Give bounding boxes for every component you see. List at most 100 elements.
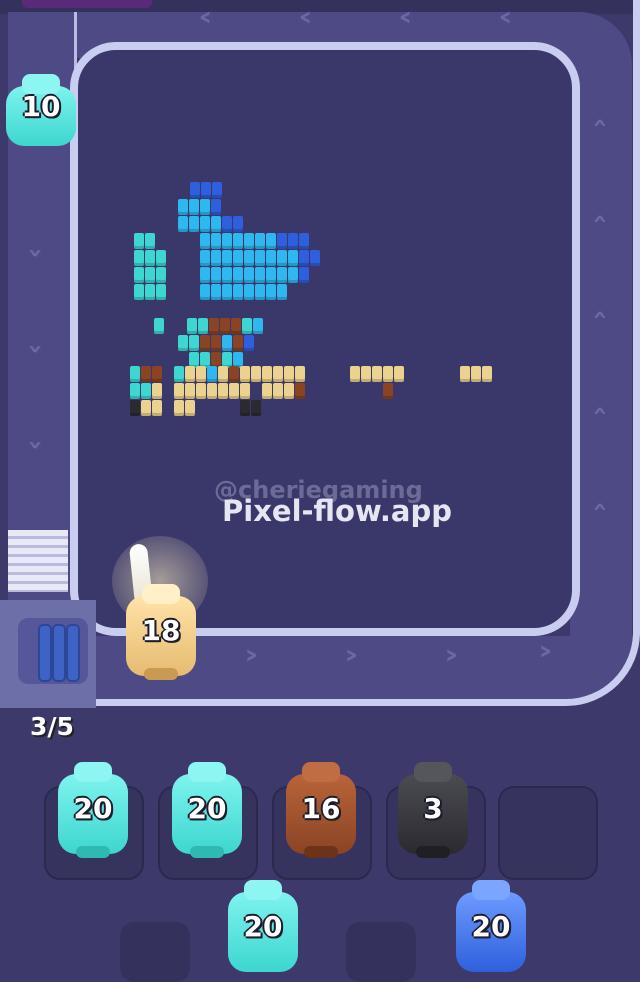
pixel-block [220, 318, 230, 334]
pixel-block [266, 267, 276, 283]
pixel-block [229, 383, 239, 399]
pixel-block [255, 267, 265, 283]
pixel-block [152, 383, 162, 399]
pixel-block [145, 284, 155, 300]
pixel-block [482, 366, 492, 382]
pixel-block [145, 250, 155, 266]
pig-shooter-active[interactable]: 18 [126, 584, 196, 680]
pig-count: 20 [471, 910, 511, 943]
pixel-block [200, 199, 210, 215]
pixel-block [266, 250, 276, 266]
pixel-block [141, 366, 151, 382]
pixel-block [253, 318, 263, 334]
pixel-block [240, 366, 250, 382]
pixel-block [178, 199, 188, 215]
queue-disc [52, 624, 66, 682]
pig-shooter-on-track[interactable]: 10 [6, 74, 76, 146]
pig-feet [190, 846, 224, 858]
pixel-block [178, 216, 188, 232]
pixel-block [141, 383, 151, 399]
pixel-block [244, 284, 254, 300]
pixel-block [187, 318, 197, 334]
pixel-block [211, 267, 221, 283]
pixel-block [200, 233, 210, 249]
pixel-block [244, 267, 254, 283]
pixel-block [200, 335, 210, 351]
chevron-right-icon: › [443, 640, 459, 670]
queue-disc [38, 624, 52, 682]
pig-ears [472, 880, 510, 900]
pixel-block [134, 284, 144, 300]
pig-ears [74, 762, 112, 782]
pixel-block [460, 366, 470, 382]
pixel-block [211, 199, 221, 215]
pixel-block [134, 267, 144, 283]
pixel-block [383, 383, 393, 399]
queue-placeholder [120, 922, 190, 982]
pixel-block [156, 267, 166, 283]
pig-ears [302, 762, 340, 782]
pixel-block [156, 250, 166, 266]
pixel-block [295, 383, 305, 399]
pixel-block [288, 267, 298, 283]
watermark-site: Pixel-flow.app [222, 494, 453, 528]
pixel-block [212, 182, 222, 198]
pixel-block [284, 383, 294, 399]
pixel-block [244, 250, 254, 266]
pixel-block [130, 400, 140, 416]
pixel-block [200, 267, 210, 283]
pixel-block [189, 216, 199, 232]
pixel-block [222, 233, 232, 249]
holding-slot-5[interactable] [498, 786, 598, 880]
pixel-block [174, 366, 184, 382]
pixel-block [196, 366, 206, 382]
pixel-block [178, 335, 188, 351]
pig-ears [414, 762, 452, 782]
pixel-block [190, 182, 200, 198]
pixel-block [244, 233, 254, 249]
pixel-block [174, 400, 184, 416]
queue-pig-2[interactable]: 20 [456, 880, 526, 972]
pixel-block [251, 400, 261, 416]
pixel-block [152, 400, 162, 416]
pig-feet [416, 846, 450, 858]
pixel-block [134, 250, 144, 266]
pixel-block [255, 233, 265, 249]
pixel-block [211, 284, 221, 300]
pixel-block [222, 267, 232, 283]
pixel-block [233, 233, 243, 249]
pixel-block [185, 383, 195, 399]
chevron-right-icon: › [343, 640, 359, 670]
pixel-block [218, 383, 228, 399]
pig-in-slot-1[interactable]: 20 [58, 762, 128, 858]
pig-count: 3 [423, 792, 443, 825]
pixel-block [141, 400, 151, 416]
pixel-block [255, 250, 265, 266]
queue-disc [66, 624, 80, 682]
pixel-block [200, 284, 210, 300]
pixel-block [174, 383, 184, 399]
pixel-block [201, 182, 211, 198]
pixel-block [288, 250, 298, 266]
pig-in-slot-4[interactable]: 3 [398, 762, 468, 858]
pixel-block [361, 366, 371, 382]
queue-pig-1[interactable]: 20 [228, 880, 298, 972]
pixel-block [196, 383, 206, 399]
pixel-block [288, 233, 298, 249]
pixel-block [262, 366, 272, 382]
pixel-block [229, 366, 239, 382]
pixel-block [233, 335, 243, 351]
pixel-block [273, 383, 283, 399]
chevron-right-icon: › [537, 636, 553, 666]
pixel-block [277, 267, 287, 283]
pig-ears [142, 584, 180, 604]
pixel-block [222, 250, 232, 266]
pig-in-slot-3[interactable]: 16 [286, 762, 356, 858]
pixel-block [277, 250, 287, 266]
pixel-block [145, 267, 155, 283]
queue-placeholder [346, 922, 416, 982]
pig-in-slot-2[interactable]: 20 [172, 762, 242, 858]
pixel-block [295, 366, 305, 382]
pixel-block [277, 284, 287, 300]
pixel-block [471, 366, 481, 382]
